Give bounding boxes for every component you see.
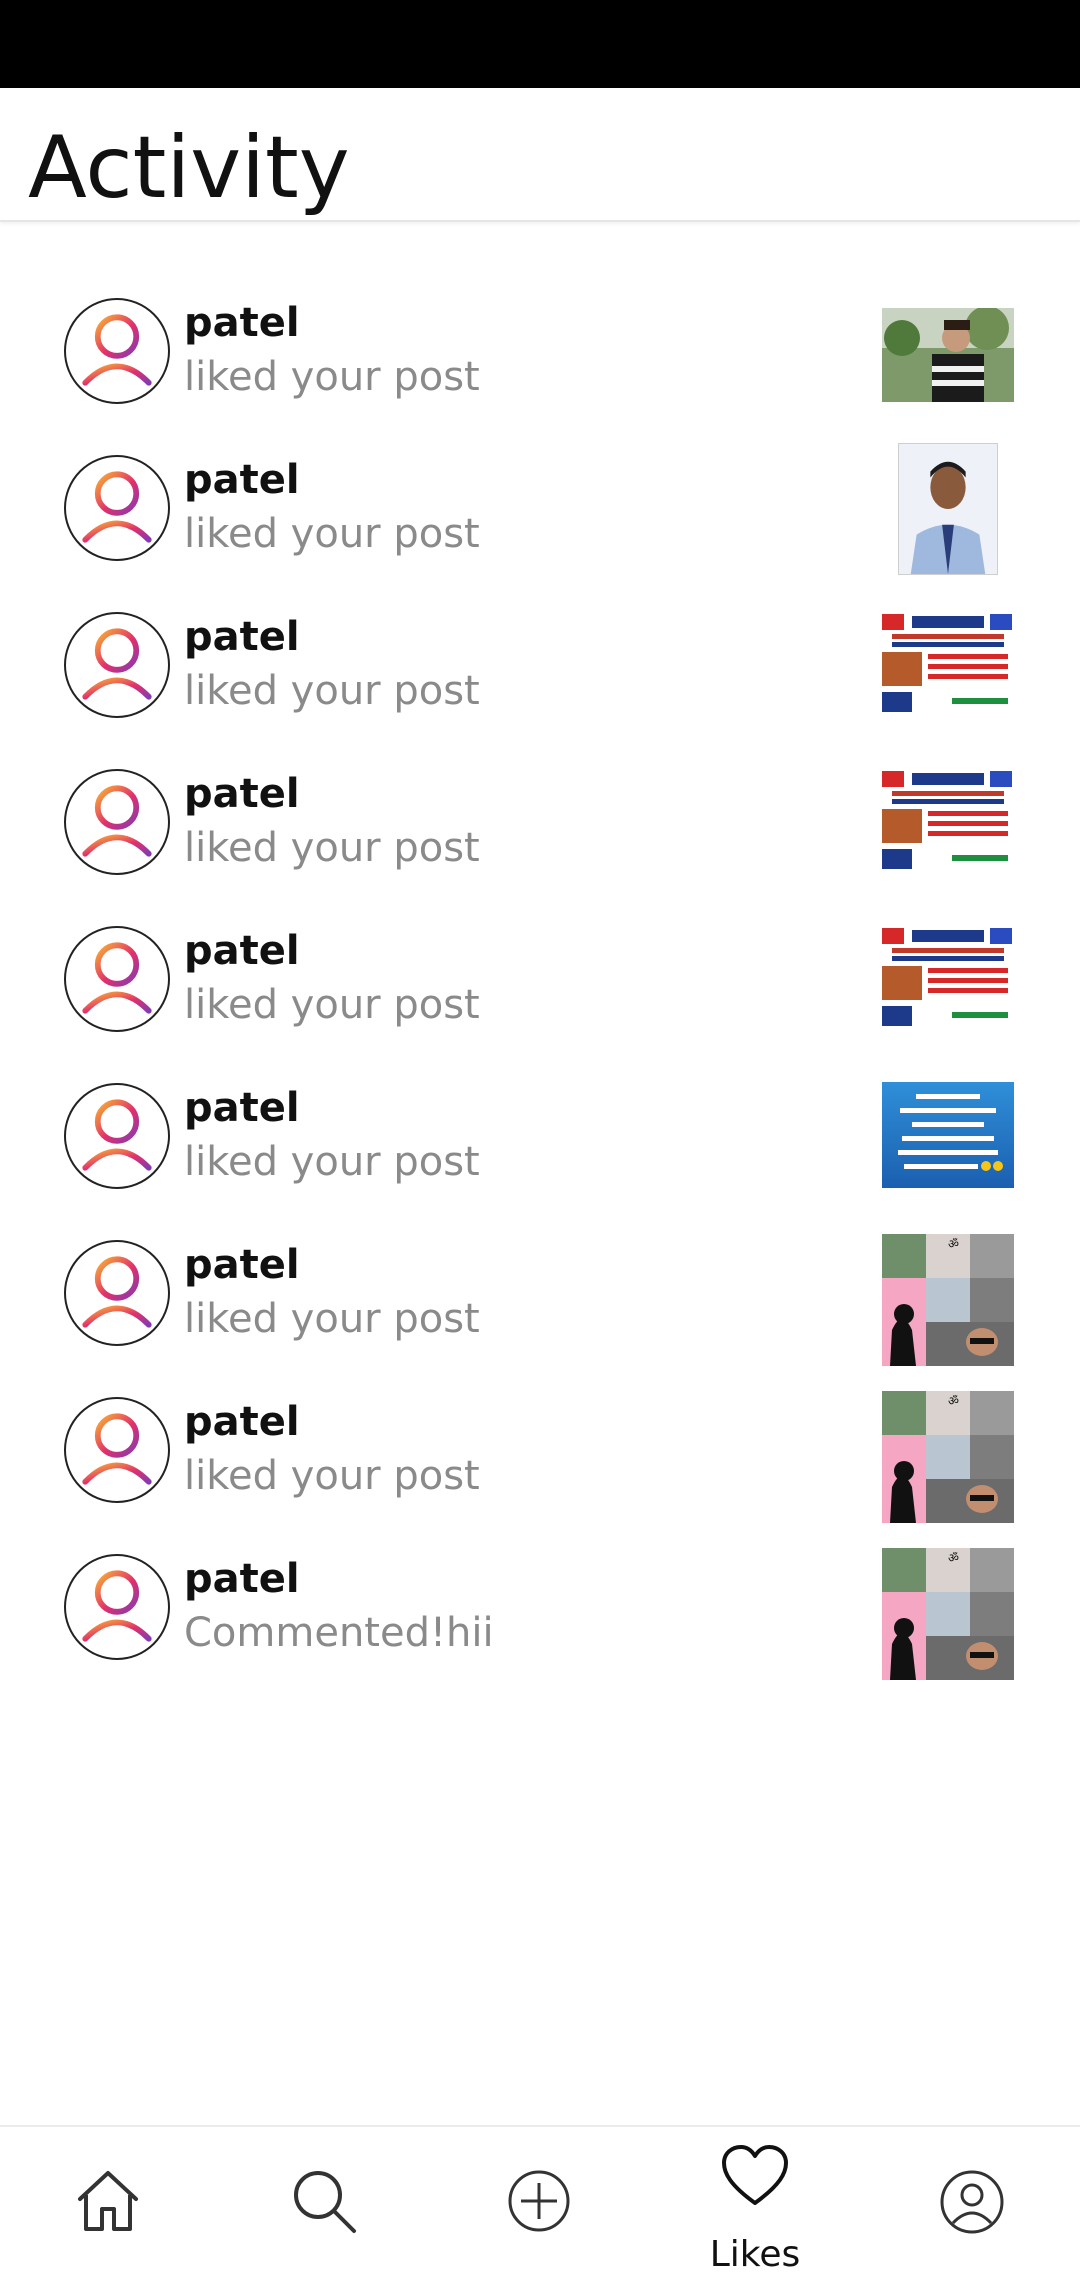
news-poster-thumbnail-icon bbox=[882, 769, 1014, 873]
nav-profile[interactable] bbox=[892, 2127, 1052, 2276]
avatar[interactable] bbox=[64, 1554, 170, 1660]
post-thumbnail[interactable] bbox=[898, 443, 998, 575]
svg-text:ॐ: ॐ bbox=[948, 1551, 959, 1565]
user-avatar-icon bbox=[82, 1413, 152, 1485]
user-avatar-icon bbox=[82, 1570, 152, 1642]
activity-item[interactable]: patel liked your post bbox=[0, 270, 1080, 427]
activity-username[interactable]: patel bbox=[184, 1242, 300, 1288]
activity-action: liked your post bbox=[184, 1296, 480, 1342]
user-avatar-icon bbox=[82, 942, 152, 1014]
page-title: Activity bbox=[28, 118, 350, 218]
activity-item[interactable]: patel liked your post bbox=[0, 427, 1080, 584]
nav-search[interactable] bbox=[244, 2127, 404, 2276]
search-icon bbox=[294, 2171, 356, 2233]
activity-action: liked your post bbox=[184, 1139, 480, 1185]
avatar[interactable] bbox=[64, 298, 170, 404]
news-poster-thumbnail-icon bbox=[882, 926, 1014, 1030]
activity-action: liked your post bbox=[184, 1453, 480, 1499]
post-thumbnail[interactable] bbox=[882, 1082, 1014, 1188]
activity-item[interactable]: patel liked your post bbox=[0, 898, 1080, 1055]
activity-username[interactable]: patel bbox=[184, 1085, 300, 1131]
add-post-icon bbox=[508, 2170, 570, 2232]
post-thumbnail[interactable] bbox=[882, 612, 1014, 716]
user-avatar-icon bbox=[82, 628, 152, 700]
post-thumbnail[interactable]: ॐ bbox=[882, 1548, 1014, 1680]
collage-thumbnail-icon: ॐ bbox=[882, 1391, 1014, 1523]
activity-username[interactable]: patel bbox=[184, 771, 300, 817]
post-thumbnail[interactable] bbox=[882, 308, 1014, 402]
post-thumbnail[interactable]: ॐ bbox=[882, 1234, 1014, 1366]
activity-item[interactable]: patel liked your post bbox=[0, 1055, 1080, 1212]
photo-thumbnail-icon bbox=[899, 444, 997, 574]
activity-action: Commented!hii bbox=[184, 1610, 494, 1656]
activity-action: liked your post bbox=[184, 982, 480, 1028]
avatar[interactable] bbox=[64, 1240, 170, 1346]
activity-item[interactable]: patel liked your post bbox=[0, 584, 1080, 741]
activity-action: liked your post bbox=[184, 354, 480, 400]
nav-likes-label: Likes bbox=[709, 2234, 801, 2275]
activity-action: liked your post bbox=[184, 668, 480, 714]
activity-item[interactable]: patel Commented!hii ॐ bbox=[0, 1526, 1080, 1683]
text-post-thumbnail-icon bbox=[882, 1082, 1014, 1188]
home-icon bbox=[78, 2171, 138, 2231]
nav-likes[interactable]: Likes bbox=[675, 2127, 835, 2276]
avatar[interactable] bbox=[64, 455, 170, 561]
post-thumbnail[interactable] bbox=[882, 769, 1014, 873]
user-avatar-icon bbox=[82, 471, 152, 543]
bottom-nav: Likes bbox=[0, 2125, 1080, 2276]
photo-thumbnail-icon bbox=[882, 308, 1014, 402]
nav-home[interactable] bbox=[28, 2127, 188, 2276]
svg-text:ॐ: ॐ bbox=[948, 1237, 959, 1251]
activity-item[interactable]: patel liked your post ॐ bbox=[0, 1212, 1080, 1369]
news-poster-thumbnail-icon bbox=[882, 612, 1014, 716]
collage-thumbnail-icon: ॐ bbox=[882, 1234, 1014, 1366]
user-avatar-icon bbox=[82, 785, 152, 857]
avatar[interactable] bbox=[64, 612, 170, 718]
activity-username[interactable]: patel bbox=[184, 1556, 300, 1602]
activity-username[interactable]: patel bbox=[184, 928, 300, 974]
user-avatar-icon bbox=[82, 1099, 152, 1171]
profile-icon bbox=[940, 2170, 1004, 2234]
activity-item[interactable]: patel liked your post bbox=[0, 741, 1080, 898]
activity-username[interactable]: patel bbox=[184, 1399, 300, 1445]
activity-item[interactable]: patel liked your post ॐ bbox=[0, 1369, 1080, 1526]
activity-action: liked your post bbox=[184, 825, 480, 871]
svg-text:ॐ: ॐ bbox=[948, 1394, 959, 1408]
post-thumbnail[interactable]: ॐ bbox=[882, 1391, 1014, 1523]
activity-username[interactable]: patel bbox=[184, 614, 300, 660]
collage-thumbnail-icon: ॐ bbox=[882, 1548, 1014, 1680]
user-avatar-icon bbox=[82, 314, 152, 386]
post-thumbnail[interactable] bbox=[882, 926, 1014, 1030]
activity-username[interactable]: patel bbox=[184, 300, 300, 346]
activity-action: liked your post bbox=[184, 511, 480, 557]
activity-username[interactable]: patel bbox=[184, 457, 300, 503]
status-bar bbox=[0, 0, 1080, 88]
avatar[interactable] bbox=[64, 926, 170, 1032]
avatar[interactable] bbox=[64, 1083, 170, 1189]
header: Activity bbox=[0, 88, 1080, 222]
user-avatar-icon bbox=[82, 1256, 152, 1328]
avatar[interactable] bbox=[64, 1397, 170, 1503]
heart-icon bbox=[722, 2145, 788, 2205]
nav-add-post[interactable] bbox=[459, 2127, 619, 2276]
avatar[interactable] bbox=[64, 769, 170, 875]
